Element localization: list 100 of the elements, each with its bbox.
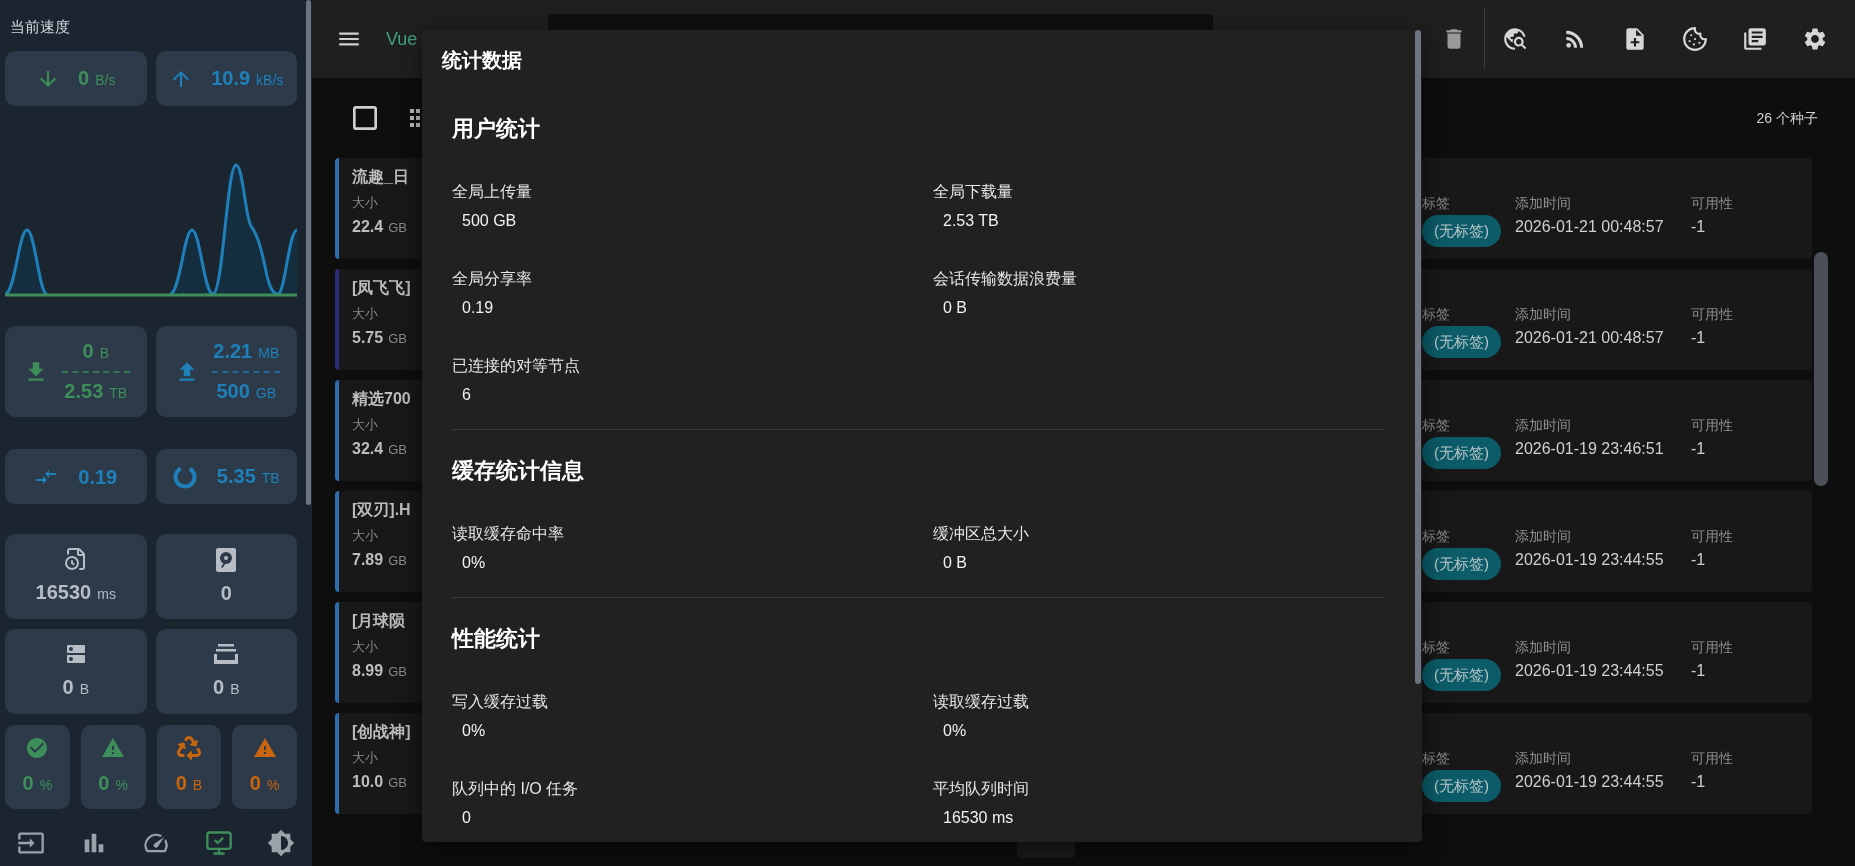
- stat-value: 0 B: [62, 674, 89, 700]
- globe-search-icon[interactable]: [1502, 26, 1528, 52]
- availability-value: -1: [1691, 550, 1706, 570]
- availability-value: -1: [1691, 328, 1706, 348]
- stat-label: 平均队列时间: [933, 779, 1029, 799]
- stat-label: 缓冲区总大小: [933, 524, 1029, 544]
- tag-chip: (无标签): [1422, 215, 1501, 247]
- brightness-icon[interactable]: [267, 829, 295, 857]
- field-label: 添加时间: [1515, 527, 1571, 546]
- field-label: 可用性: [1691, 527, 1733, 546]
- status-value: 0 %: [249, 771, 280, 796]
- ring-icon: [172, 464, 197, 489]
- added-time: 2026-01-19 23:44:55: [1515, 772, 1664, 792]
- field-label: 添加时间: [1515, 638, 1571, 657]
- stat-value: 0 B: [943, 298, 967, 318]
- stat-label: 已连接的对等节点: [452, 356, 580, 376]
- tag-chip: (无标签): [1422, 548, 1501, 580]
- settings-icon[interactable]: [1802, 26, 1828, 52]
- added-time: 2026-01-19 23:46:51: [1515, 439, 1664, 459]
- stat-label: 写入缓存过载: [452, 692, 548, 712]
- torrent-title: 流趣_日: [352, 167, 409, 187]
- documents-icon[interactable]: [1742, 26, 1768, 52]
- stat-label: 读取缓存命中率: [452, 524, 564, 544]
- field-label: 添加时间: [1515, 749, 1571, 768]
- stat-label: 全局分享率: [452, 269, 532, 289]
- cookie-icon[interactable]: [1682, 26, 1708, 52]
- torrent-size: 22.4 GB: [352, 217, 407, 237]
- view-grid-icon[interactable]: [410, 109, 420, 127]
- summary-value: 0.19: [78, 464, 118, 490]
- stat-label: 全局上传量: [452, 182, 532, 202]
- status-value: 0 B: [175, 771, 203, 796]
- section-heading: 用户统计: [452, 115, 540, 143]
- torrent-title: [月球陨: [352, 611, 406, 631]
- monitor-check-icon[interactable]: [204, 829, 233, 857]
- torrent-title: [凤飞飞]: [352, 278, 411, 298]
- tag-chip: (无标签): [1422, 770, 1501, 802]
- availability-value: -1: [1691, 772, 1706, 792]
- speed-value: 0 B/s: [78, 65, 116, 91]
- field-label: 大小: [352, 527, 378, 545]
- total-value: 500 GB: [216, 378, 277, 404]
- torrent-size: 8.99 GB: [352, 661, 407, 681]
- stat-value: 2.53 TB: [943, 211, 999, 231]
- torrent-size: 10.0 GB: [352, 772, 407, 792]
- availability-value: -1: [1691, 439, 1706, 459]
- field-label: 可用性: [1691, 638, 1733, 657]
- stat-label: 全局下载量: [933, 182, 1013, 202]
- stat-value: 16530 ms: [35, 579, 116, 605]
- field-label: 标签: [1422, 305, 1450, 324]
- torrent-size: 7.89 GB: [352, 550, 407, 570]
- field-label: 大小: [352, 638, 378, 656]
- field-label: 可用性: [1691, 305, 1733, 324]
- app-title: Vue: [386, 28, 418, 51]
- tag-chip: (无标签): [1422, 659, 1501, 691]
- tray-icon: [214, 641, 239, 666]
- dialog-title: 统计数据: [442, 48, 522, 73]
- field-label: 大小: [352, 194, 378, 212]
- stat-value: 0 B: [213, 674, 240, 700]
- torrent-title: 精选700: [352, 389, 411, 409]
- availability-value: -1: [1691, 661, 1706, 681]
- tag-chip: (无标签): [1422, 437, 1501, 469]
- field-label: 标签: [1422, 638, 1450, 657]
- hard-drive-icon: [214, 547, 239, 572]
- section-title: 当前速度: [10, 17, 70, 37]
- summary-value: 5.35 TB: [216, 463, 280, 489]
- status-value: 0 %: [98, 771, 128, 796]
- field-label: 大小: [352, 416, 378, 434]
- stat-value: 16530 ms: [943, 808, 1014, 828]
- torrent-count: 26 个种子: [1756, 109, 1818, 128]
- file-clock-icon: [63, 546, 88, 571]
- added-time: 2026-01-21 00:48:57: [1515, 217, 1664, 237]
- stat-label: 队列中的 I/O 任务: [452, 779, 579, 799]
- field-label: 可用性: [1691, 749, 1733, 768]
- session-value: 2.21 MB: [213, 338, 280, 364]
- scrollbar-thumb[interactable]: [1415, 30, 1421, 684]
- torrent-size: 5.75 GB: [352, 328, 407, 348]
- field-label: 标签: [1422, 416, 1450, 435]
- field-label: 标签: [1422, 194, 1450, 213]
- stat-value: 0: [220, 580, 232, 606]
- stat-value: 0.19: [462, 298, 494, 318]
- stat-value: 500 GB: [462, 211, 517, 231]
- added-time: 2026-01-21 00:48:57: [1515, 328, 1664, 348]
- field-label: 可用性: [1691, 194, 1733, 213]
- stat-label: 读取缓存过载: [933, 692, 1029, 712]
- torrent-title: [创战神]: [352, 722, 411, 742]
- scrollbar-thumb[interactable]: [306, 0, 311, 505]
- speed-value: 10.9 kB/s: [211, 65, 284, 91]
- stat-value: 0%: [462, 721, 486, 741]
- field-label: 添加时间: [1515, 416, 1571, 435]
- field-label: 大小: [352, 749, 378, 767]
- field-label: 添加时间: [1515, 305, 1571, 324]
- total-value: 2.53 TB: [64, 378, 128, 404]
- field-label: 大小: [352, 305, 378, 323]
- added-time: 2026-01-19 23:44:55: [1515, 550, 1664, 570]
- availability-value: -1: [1691, 217, 1706, 237]
- stat-label: 会话传输数据浪费量: [933, 269, 1077, 289]
- stat-value: 0: [462, 808, 471, 828]
- session-value: 0 B: [82, 338, 109, 364]
- field-label: 标签: [1422, 749, 1450, 768]
- tag-chip: (无标签): [1422, 326, 1501, 358]
- scrollbar-thumb[interactable]: [1814, 252, 1828, 486]
